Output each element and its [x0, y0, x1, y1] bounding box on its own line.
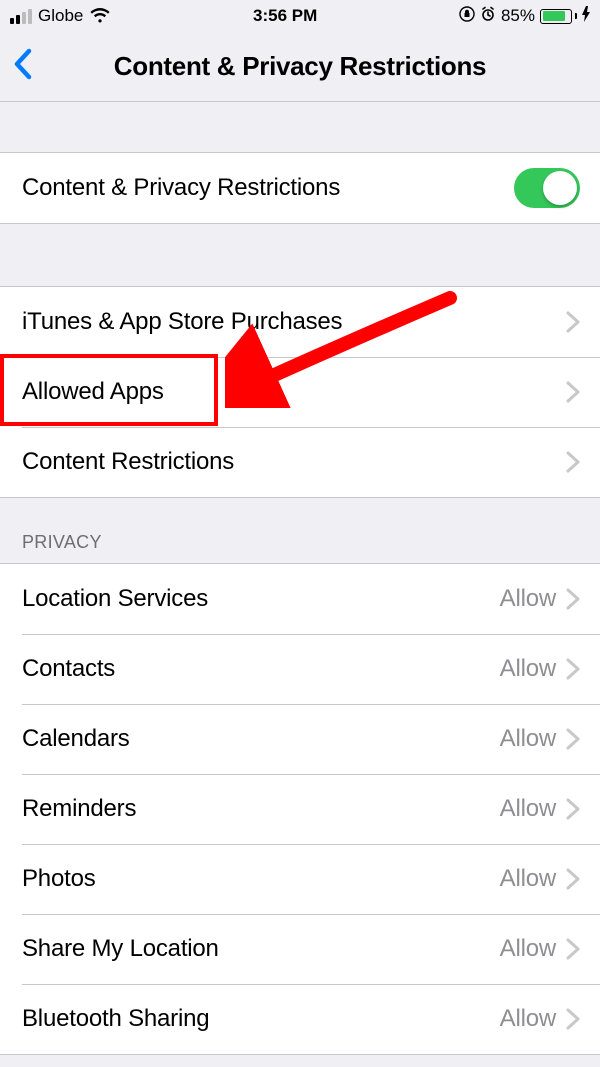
back-button[interactable]: [12, 47, 34, 86]
row-label: iTunes & App Store Purchases: [22, 308, 566, 336]
orientation-lock-icon: [459, 6, 475, 27]
reminders-row[interactable]: Reminders Allow: [0, 774, 600, 844]
chevron-right-icon: [566, 588, 580, 610]
chevron-right-icon: [566, 451, 580, 473]
row-value: Allow: [500, 935, 556, 963]
content-privacy-toggle-row[interactable]: Content & Privacy Restrictions: [0, 153, 600, 223]
chevron-right-icon: [566, 1008, 580, 1030]
chevron-right-icon: [566, 381, 580, 403]
status-bar: Globe 3:56 PM 85%: [0, 0, 600, 32]
row-label: Contacts: [22, 655, 500, 683]
bluetooth-sharing-row[interactable]: Bluetooth Sharing Allow: [0, 984, 600, 1054]
chevron-right-icon: [566, 798, 580, 820]
chevron-right-icon: [566, 868, 580, 890]
privacy-section-header: PRIVACY: [0, 498, 600, 563]
row-value: Allow: [500, 655, 556, 683]
page-title: Content & Privacy Restrictions: [0, 51, 600, 82]
chevron-right-icon: [566, 311, 580, 333]
nav-header: Content & Privacy Restrictions: [0, 32, 600, 102]
chevron-right-icon: [566, 728, 580, 750]
content-restrictions-row[interactable]: Content Restrictions: [0, 427, 600, 497]
photos-row[interactable]: Photos Allow: [0, 844, 600, 914]
row-label: Allowed Apps: [22, 378, 566, 406]
chevron-right-icon: [566, 938, 580, 960]
clock-time: 3:56 PM: [253, 6, 317, 26]
row-value: Allow: [500, 865, 556, 893]
allowed-apps-row[interactable]: Allowed Apps: [0, 357, 600, 427]
calendars-row[interactable]: Calendars Allow: [0, 704, 600, 774]
toggle-label: Content & Privacy Restrictions: [22, 174, 514, 202]
share-my-location-row[interactable]: Share My Location Allow: [0, 914, 600, 984]
toggle-switch[interactable]: [514, 168, 580, 208]
row-value: Allow: [500, 1005, 556, 1033]
privacy-group: Location Services Allow Contacts Allow C…: [0, 563, 600, 1055]
itunes-app-store-purchases-row[interactable]: iTunes & App Store Purchases: [0, 287, 600, 357]
chevron-right-icon: [566, 658, 580, 680]
contacts-row[interactable]: Contacts Allow: [0, 634, 600, 704]
location-services-row[interactable]: Location Services Allow: [0, 564, 600, 634]
nav-group: iTunes & App Store Purchases Allowed App…: [0, 286, 600, 498]
row-label: Calendars: [22, 725, 500, 753]
battery-icon: [540, 9, 577, 24]
row-label: Location Services: [22, 585, 500, 613]
row-label: Share My Location: [22, 935, 500, 963]
battery-percent-label: 85%: [501, 6, 535, 26]
wifi-icon: [89, 8, 111, 24]
row-value: Allow: [500, 795, 556, 823]
alarm-icon: [480, 6, 496, 27]
toggle-group: Content & Privacy Restrictions: [0, 152, 600, 224]
signal-strength-icon: [10, 9, 32, 24]
row-label: Photos: [22, 865, 500, 893]
toggle-knob: [543, 171, 577, 205]
charging-icon: [582, 6, 590, 27]
chevron-left-icon: [12, 47, 34, 81]
row-value: Allow: [500, 725, 556, 753]
carrier-label: Globe: [38, 6, 83, 26]
row-label: Bluetooth Sharing: [22, 1005, 500, 1033]
row-label: Content Restrictions: [22, 448, 566, 476]
row-label: Reminders: [22, 795, 500, 823]
row-value: Allow: [500, 585, 556, 613]
